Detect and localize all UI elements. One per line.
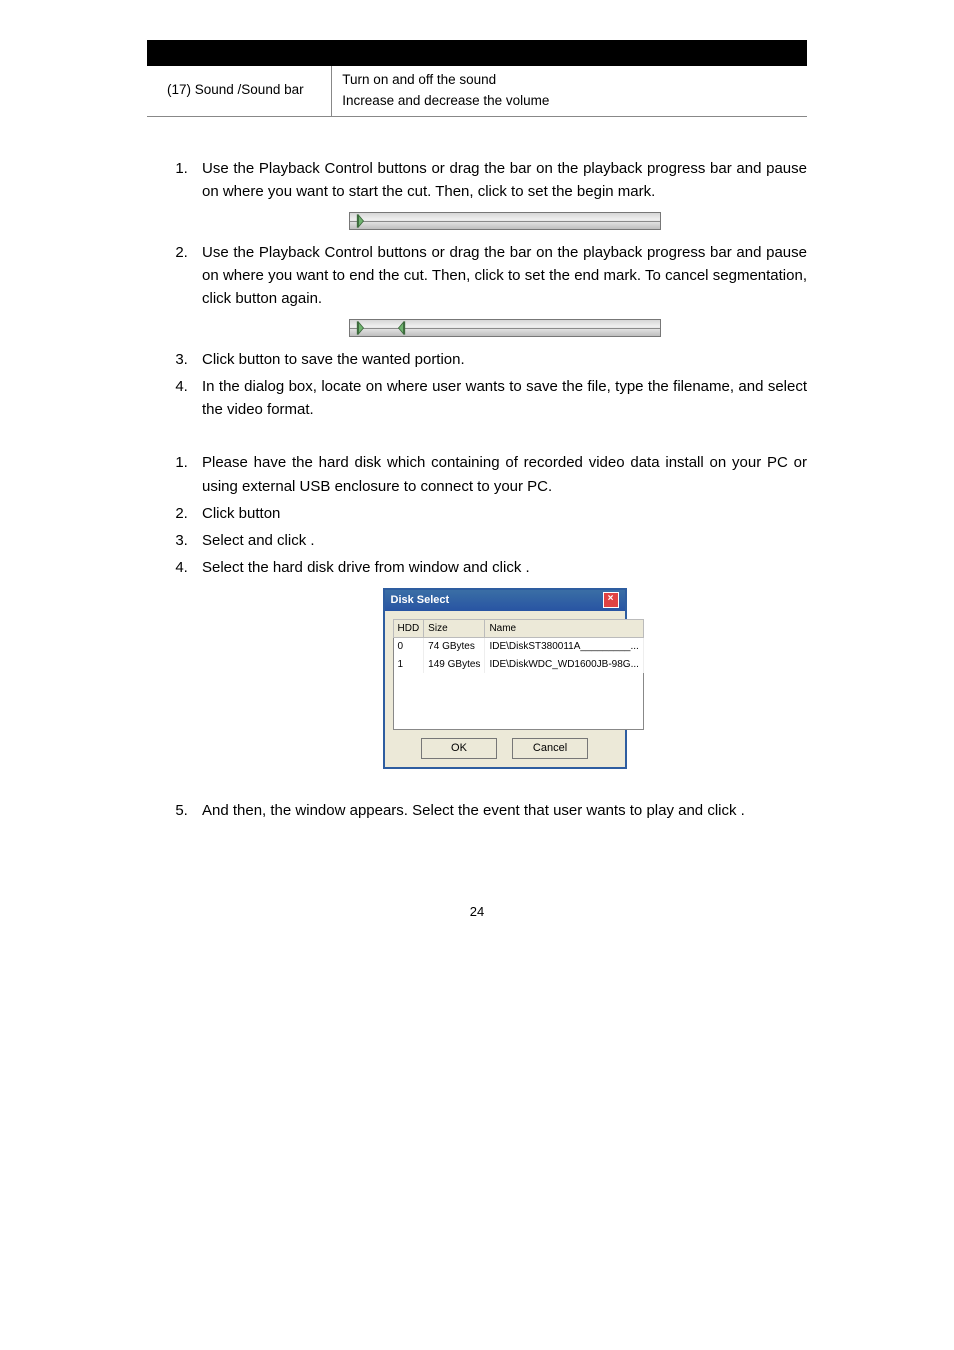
disk-select-dialog: Disk Select × HDD Size Name 0 74 GBytes [383,588,627,770]
step-a2: Use the Playback Control buttons or drag… [192,241,807,340]
step-a4: In the dialog box, locate on where user … [192,375,807,422]
steps-section-a: Use the Playback Control buttons or drag… [147,157,807,422]
end-mark-icon [396,318,406,338]
begin-mark-icon [356,318,366,338]
cancel-button[interactable]: Cancel [512,738,588,759]
progress-bar-end [349,319,661,337]
step-b1: Please have the hard disk which containi… [192,451,807,498]
dialog-title: Disk Select [391,592,450,609]
disk-list-table[interactable]: HDD Size Name 0 74 GBytes IDE\DiskST3800… [393,619,644,731]
step-b3: Select and click . [192,529,807,552]
step-b5: And then, the window appears. Select the… [192,799,807,822]
step-a3: Click button to save the wanted portion. [192,348,807,371]
meta-right: Turn on and off the sound Increase and d… [332,66,807,116]
table-row: 1 149 GBytes IDE\DiskWDC_WD1600JB-98G... [393,656,643,674]
meta-left: (17) Sound /Sound bar [147,66,332,116]
ok-button[interactable]: OK [421,738,497,759]
steps-section-b: Please have the hard disk which containi… [147,451,807,822]
meta-table: (17) Sound /Sound bar Turn on and off th… [147,40,807,117]
table-row: 0 74 GBytes IDE\DiskST380011A_________..… [393,638,643,656]
step-a1: Use the Playback Control buttons or drag… [192,157,807,233]
begin-mark-icon [356,211,366,231]
step-b2: Click button [192,502,807,525]
step-b4: Select the hard disk drive from window a… [192,556,807,769]
close-icon[interactable]: × [603,592,619,608]
progress-bar-begin [349,212,661,230]
page-number: 24 [147,902,807,922]
